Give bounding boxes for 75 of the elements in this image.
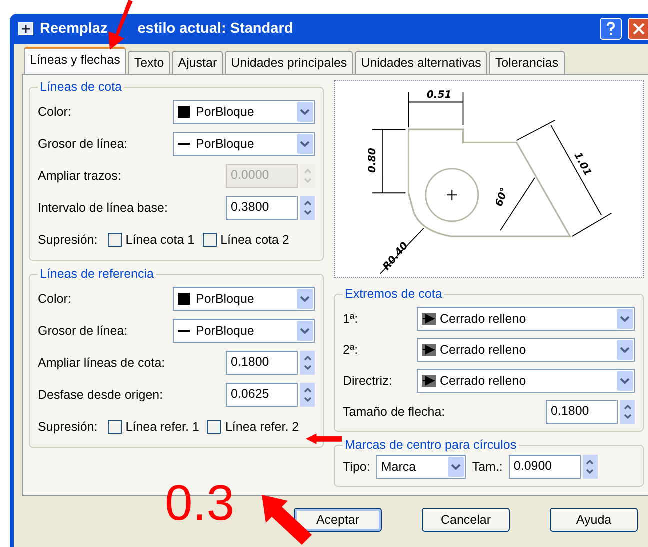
- field-label: Color:: [38, 105, 72, 119]
- help-icon: [605, 22, 617, 36]
- checkbox-label: Línea refer. 2: [225, 420, 300, 434]
- arrowhead-icon: [422, 344, 436, 356]
- field-label: Grosor de línea:: [38, 137, 129, 151]
- group-title: Extremos de cota: [344, 287, 444, 301]
- checkbox[interactable]: [108, 420, 122, 434]
- number-field[interactable]: 0.0900: [508, 455, 581, 479]
- tab[interactable]: Unidades alternativas: [355, 51, 488, 74]
- dropdown[interactable]: Cerrado relleno: [417, 306, 635, 330]
- arrowhead-icon: [422, 374, 436, 386]
- field-label: 2ª:: [343, 342, 360, 356]
- annotation-arrow: [306, 431, 342, 447]
- field-label: Intervalo de línea base:: [38, 201, 169, 215]
- spin-buttons[interactable]: [300, 383, 315, 407]
- dialog-button[interactable]: Aceptar: [294, 508, 382, 532]
- field-label: Ampliar trazos:: [38, 169, 122, 183]
- tab[interactable]: Ajustar: [172, 51, 224, 74]
- tab[interactable]: Tolerancias: [489, 51, 565, 74]
- dimension-label: 60°: [494, 186, 511, 208]
- number-field[interactable]: 0.3800: [226, 196, 298, 220]
- field-label: Directriz:: [343, 374, 394, 388]
- field-label: Desfase desde origen:: [38, 388, 164, 402]
- checkbox-label: Línea refer. 1: [126, 420, 200, 434]
- dropdown[interactable]: PorBloque: [173, 132, 315, 156]
- spin-buttons[interactable]: [582, 455, 598, 479]
- window-title: estilo actual: Standard: [138, 21, 294, 37]
- help-button[interactable]: [600, 18, 622, 40]
- dropdown[interactable]: Cerrado relleno: [417, 338, 635, 362]
- spin-buttons[interactable]: [620, 400, 635, 424]
- checkbox-label: Línea cota 1: [126, 233, 195, 247]
- color-swatch-icon: [178, 106, 190, 118]
- tab[interactable]: Líneas y flechas: [24, 47, 126, 74]
- tab[interactable]: Unidades principales: [225, 51, 354, 74]
- dimension-label: 0.80: [367, 148, 378, 173]
- checkbox[interactable]: [207, 420, 222, 434]
- line-icon: [178, 143, 190, 145]
- field-label: Supresión:: [38, 420, 98, 434]
- field-label: Ampliar líneas de cota:: [38, 356, 166, 370]
- field-label: Tipo:: [343, 460, 370, 474]
- dropdown[interactable]: Marca: [376, 455, 466, 479]
- spin-buttons[interactable]: [300, 351, 315, 375]
- dimension-label: 0.51: [426, 90, 452, 102]
- close-icon: [633, 23, 645, 35]
- group-title: Marcas de centro para círculos: [344, 438, 518, 452]
- number-field[interactable]: 0.0625: [226, 383, 298, 407]
- dropdown[interactable]: PorBloque: [173, 287, 315, 311]
- dropdown[interactable]: PorBloque: [173, 100, 315, 124]
- field-label: Color:: [38, 292, 72, 306]
- line-icon: [178, 330, 190, 332]
- dropdown[interactable]: PorBloque: [173, 319, 315, 343]
- number-field[interactable]: 0.1800: [546, 400, 618, 424]
- annotation-arrow: [262, 495, 312, 545]
- checkbox[interactable]: [108, 233, 122, 247]
- field-label: Supresión:: [38, 233, 98, 247]
- annotation-text: 0.3: [165, 478, 235, 528]
- dropdown[interactable]: Cerrado relleno: [417, 368, 635, 392]
- color-swatch-icon: [178, 293, 190, 305]
- field-label: 1ª:: [343, 312, 360, 326]
- field-label: Grosor de línea:: [38, 324, 129, 338]
- tab[interactable]: Texto: [128, 51, 170, 74]
- group-title: Líneas de referencia: [39, 267, 155, 281]
- arrowhead-icon: [422, 312, 436, 324]
- field-label: Tamaño de flecha:: [343, 404, 446, 418]
- app-icon: [18, 21, 34, 37]
- number-field[interactable]: 0.1800: [226, 351, 298, 375]
- close-button[interactable]: [628, 18, 648, 40]
- checkbox-label: Línea cota 2: [220, 233, 290, 247]
- window-title: Reemplaz: [40, 21, 108, 37]
- dialog-button[interactable]: Cancelar: [422, 508, 510, 532]
- field-label: Tam.:: [472, 460, 503, 474]
- checkbox[interactable]: [202, 233, 217, 247]
- dialog-button[interactable]: Ayuda: [550, 508, 638, 532]
- spin-buttons[interactable]: [300, 196, 315, 220]
- group-title: Líneas de cota: [39, 80, 124, 94]
